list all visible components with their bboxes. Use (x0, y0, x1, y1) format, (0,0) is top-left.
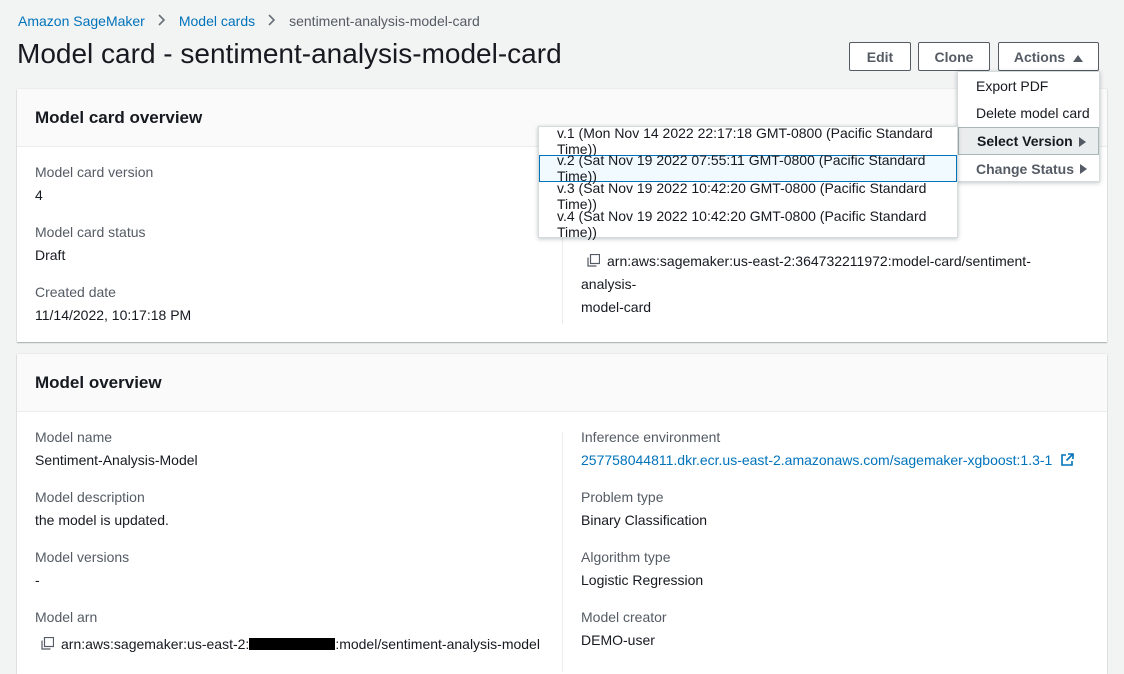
version-item-v1[interactable]: v.1 (Mon Nov 14 2022 22:17:18 GMT-0800 (… (539, 125, 957, 157)
breadcrumb-current: sentiment-analysis-model-card (289, 13, 480, 29)
version-item-label: v.4 (Sat Nov 19 2022 10:42:20 GMT-0800 (… (557, 207, 927, 240)
model-card-version-label: Model card version (35, 164, 154, 180)
model-card-arn-line2: model-card (581, 299, 652, 315)
clone-button-label: Clone (934, 48, 974, 65)
external-link-icon[interactable] (1060, 453, 1075, 470)
inference-environment-value: 257758044811.dkr.ecr.us-east-2.amazonaws… (581, 452, 1075, 470)
breadcrumb-model-cards-link[interactable]: Model cards (179, 13, 255, 29)
model-overview-header: Model overview (17, 354, 1107, 412)
model-description-label: Model description (35, 489, 145, 505)
caret-right-icon (1079, 137, 1086, 148)
version-item-v2[interactable]: v.2 (Sat Nov 19 2022 07:55:11 GMT-0800 (… (539, 152, 957, 184)
model-card-status-value: Draft (35, 247, 66, 263)
menu-item-select-version[interactable]: Select Version (958, 127, 1099, 155)
actions-button-label: Actions (1013, 48, 1066, 65)
menu-item-label: Change Status (976, 160, 1075, 177)
breadcrumb-sagemaker-link[interactable]: Amazon SageMaker (18, 13, 145, 29)
menu-item-label: Select Version (977, 132, 1073, 149)
algorithm-type-value: Logistic Regression (581, 572, 704, 588)
copy-icon[interactable] (41, 637, 54, 650)
actions-menu: Export PDF Delete model card Select Vers… (957, 71, 1100, 182)
redacted-account-id (249, 638, 336, 650)
model-arn-prefix: arn:aws:sagemaker:us-east-2: (61, 636, 250, 652)
page-title: Model card - sentiment-analysis-model-ca… (17, 38, 562, 69)
model-card-overview-title: Model card overview (35, 107, 203, 127)
inference-environment-link[interactable]: 257758044811.dkr.ecr.us-east-2.amazonaws… (581, 452, 1052, 468)
version-submenu: v.1 (Mon Nov 14 2022 22:17:18 GMT-0800 (… (538, 125, 958, 240)
problem-type-label: Problem type (581, 489, 664, 505)
menu-item-export-pdf[interactable]: Export PDF (958, 72, 1099, 100)
model-versions-value: - (35, 572, 40, 588)
menu-item-delete-model-card[interactable]: Delete model card (958, 100, 1099, 128)
model-versions-label: Model versions (35, 549, 130, 565)
chevron-right-icon (158, 13, 166, 29)
actions-button[interactable]: Actions (998, 42, 1099, 71)
menu-item-label: Delete model card (976, 105, 1090, 122)
model-arn-label: Model arn (35, 609, 98, 625)
model-description-value: the model is updated. (35, 512, 169, 528)
model-card-arn: arn:aws:sagemaker:us-east-2:364732211972… (581, 250, 1081, 319)
model-creator-value: DEMO-user (581, 632, 655, 648)
problem-type-value: Binary Classification (581, 512, 708, 528)
menu-item-change-status[interactable]: Change Status (958, 155, 1099, 183)
model-card-arn-line1: arn:aws:sagemaker:us-east-2:364732211972… (581, 253, 1031, 292)
edit-button-label: Edit (866, 48, 894, 65)
edit-button[interactable]: Edit (849, 42, 911, 71)
model-name-label: Model name (35, 429, 113, 445)
version-item-v4[interactable]: v.4 (Sat Nov 19 2022 10:42:20 GMT-0800 (… (539, 207, 957, 240)
clone-button[interactable]: Clone (918, 42, 990, 71)
caret-right-icon (1080, 163, 1087, 174)
model-card-status-label: Model card status (35, 224, 146, 240)
inference-environment-label: Inference environment (581, 429, 721, 445)
model-overview-title: Model overview (35, 372, 162, 392)
model-overview-card: Model overview Model name Sentiment-Anal… (17, 354, 1107, 674)
created-date-value: 11/14/2022, 10:17:18 PM (35, 307, 192, 323)
model-arn-suffix: :model/sentiment-analysis-model (335, 636, 540, 652)
created-date-label: Created date (35, 284, 116, 300)
copy-icon[interactable] (587, 254, 600, 267)
version-item-v3[interactable]: v.3 (Sat Nov 19 2022 10:42:20 GMT-0800 (… (539, 180, 957, 212)
caret-up-icon (1073, 49, 1084, 65)
model-name-value: Sentiment-Analysis-Model (35, 452, 198, 468)
chevron-right-icon (268, 13, 276, 29)
model-creator-label: Model creator (581, 609, 667, 625)
column-divider (562, 432, 563, 672)
breadcrumb: Amazon SageMaker Model cards sentiment-a… (18, 13, 480, 29)
menu-item-label: Export PDF (976, 77, 1049, 94)
algorithm-type-label: Algorithm type (581, 549, 671, 565)
model-card-version-value: 4 (35, 187, 43, 203)
model-arn-value: arn:aws:sagemaker:us-east-2: :model/senti… (41, 636, 540, 652)
